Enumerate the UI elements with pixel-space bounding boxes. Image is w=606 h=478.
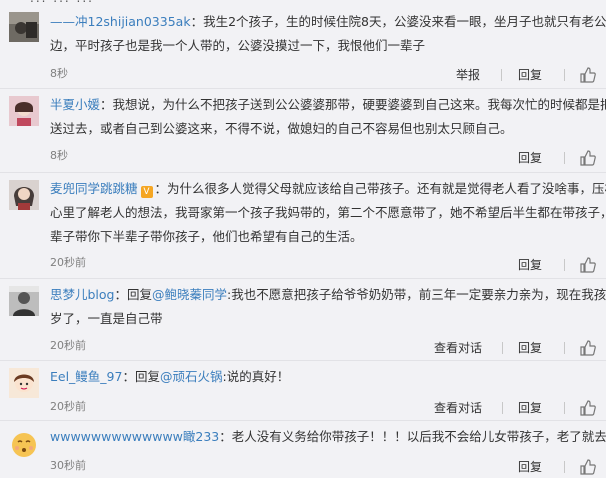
report-button[interactable]: 举报 bbox=[456, 66, 480, 83]
comment-actions: 查看对话 回复 bbox=[434, 339, 606, 359]
divider bbox=[564, 69, 565, 81]
username-link[interactable]: 麦兜同学跳跳糖 bbox=[50, 181, 138, 196]
avatar[interactable] bbox=[9, 286, 39, 316]
comment-item: Eel_鳗鱼_97：回复@顽石火锅:说的真好！ 20秒前 查看对话 回复 bbox=[0, 360, 606, 421]
comment-actions: 回复 bbox=[518, 149, 606, 169]
thumbs-up-icon[interactable] bbox=[580, 150, 596, 166]
thumbs-up-icon[interactable] bbox=[580, 400, 596, 416]
reply-button[interactable]: 回复 bbox=[518, 149, 542, 166]
divider bbox=[502, 342, 503, 354]
avatar[interactable] bbox=[9, 96, 39, 126]
timestamp: 20秒前 bbox=[50, 339, 86, 352]
comment-item: 麦兜同学跳跳糖 V ：为什么很多人觉得父母就应该给自己带孩子。还有就是觉得老人看了没… bbox=[0, 172, 606, 279]
thumbs-up-icon[interactable] bbox=[580, 257, 596, 273]
reply-button[interactable]: 回复 bbox=[518, 66, 542, 83]
comment-actions: 查看对话 回复 bbox=[434, 399, 606, 419]
username-link[interactable]: 半夏小媛 bbox=[50, 97, 100, 112]
reply-button[interactable]: 回复 bbox=[518, 458, 542, 475]
username-link[interactable]: 思梦儿blog bbox=[50, 287, 115, 302]
timestamp: 30秒前 bbox=[50, 459, 86, 472]
timestamp: 20秒前 bbox=[50, 400, 86, 413]
avatar[interactable] bbox=[9, 368, 39, 398]
comment-text: wwwwwwwwwwwww瞰233：老人没有义务给你带孩子！！！以后我不会给儿女… bbox=[50, 429, 606, 444]
avatar[interactable] bbox=[9, 12, 39, 42]
comment-actions: 回复 bbox=[518, 256, 606, 276]
divider bbox=[564, 342, 565, 354]
comment-item: ——冲12shijian0335ak：我生2个孩子，生的时候住院8天，公婆没来看… bbox=[0, 6, 606, 89]
comment-text: 半夏小媛：我想说，为什么不把孩子送到公公婆婆那带，硬要婆婆到自己这来。我每次忙的… bbox=[50, 97, 606, 136]
divider bbox=[564, 152, 565, 164]
divider bbox=[501, 69, 502, 81]
comment-text: 麦兜同学跳跳糖 V ：为什么很多人觉得父母就应该给自己带孩子。还有就是觉得老人看了没… bbox=[50, 181, 606, 244]
avatar[interactable] bbox=[9, 430, 39, 460]
comment-actions: 举报 回复 bbox=[456, 66, 606, 86]
comment-text: ——冲12shijian0335ak：我生2个孩子，生的时候住院8天，公婆没来看… bbox=[50, 14, 606, 53]
comment-item: 半夏小媛：我想说，为什么不把孩子送到公公婆婆那带，硬要婆婆到自己这来。我每次忙的… bbox=[0, 88, 606, 173]
comment-text: Eel_鳗鱼_97：回复@顽石火锅:说的真好！ bbox=[50, 369, 290, 384]
comment-item: 思梦儿blog：回复@鲍晓蓁同学:我也不愿意把孩子给爷爷奶奶带，前三年一定要亲力… bbox=[0, 278, 606, 361]
view-conversation-button[interactable]: 查看对话 bbox=[434, 339, 482, 356]
username-link[interactable]: Eel_鳗鱼_97 bbox=[50, 369, 122, 384]
comment-text: 思梦儿blog：回复@鲍晓蓁同学:我也不愿意把孩子给爷爷奶奶带，前三年一定要亲力… bbox=[50, 287, 606, 326]
username-link[interactable]: wwwwwwwwwwwww瞰233 bbox=[50, 429, 219, 444]
divider bbox=[564, 259, 565, 271]
thumbs-up-icon[interactable] bbox=[580, 67, 596, 83]
timestamp: 8秒 bbox=[50, 149, 68, 162]
username-link[interactable]: ——冲12shijian0335ak bbox=[50, 14, 191, 29]
comment-actions: 回复 bbox=[518, 458, 606, 478]
timestamp: 8秒 bbox=[50, 67, 68, 80]
mention-link[interactable]: @鲍晓蓁同学 bbox=[152, 287, 227, 302]
view-conversation-button[interactable]: 查看对话 bbox=[434, 399, 482, 416]
divider bbox=[564, 402, 565, 414]
timestamp: 20秒前 bbox=[50, 256, 86, 269]
reply-button[interactable]: 回复 bbox=[518, 256, 542, 273]
avatar[interactable] bbox=[9, 180, 39, 210]
divider bbox=[564, 461, 565, 473]
comment-item: wwwwwwwwwwwww瞰233：老人没有义务给你带孩子！！！以后我不会给儿女… bbox=[0, 420, 606, 475]
reply-button[interactable]: 回复 bbox=[518, 339, 542, 356]
verified-badge-icon: V bbox=[140, 186, 153, 198]
reply-button[interactable]: 回复 bbox=[518, 399, 542, 416]
mention-link[interactable]: @顽石火锅 bbox=[160, 369, 223, 384]
divider bbox=[502, 402, 503, 414]
thumbs-up-icon[interactable] bbox=[580, 340, 596, 356]
